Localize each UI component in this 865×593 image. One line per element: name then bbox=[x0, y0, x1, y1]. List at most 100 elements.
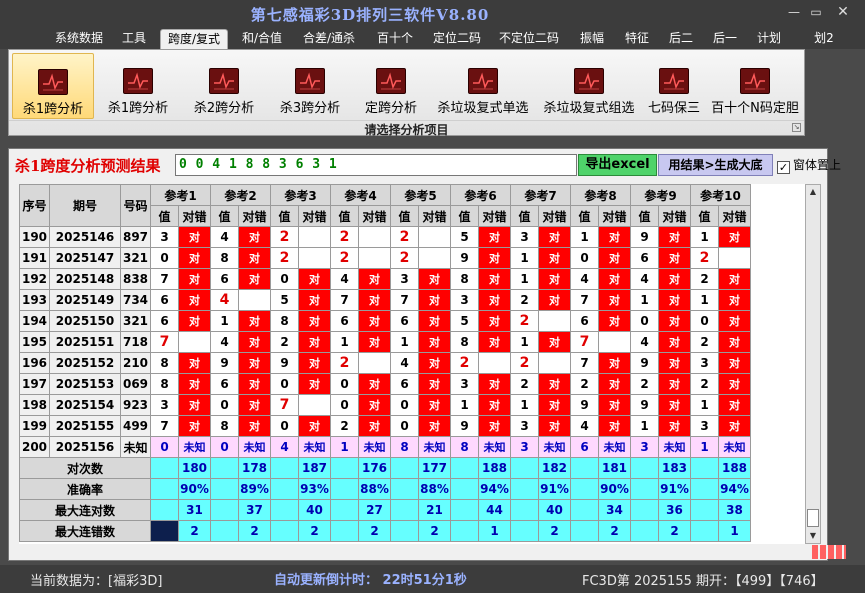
value-cell: 1 bbox=[690, 226, 719, 248]
header-period: 期号 bbox=[49, 184, 121, 227]
ribbon-fixed-span[interactable]: 定跨分析 bbox=[355, 53, 427, 119]
value-cell: 6 bbox=[210, 268, 239, 290]
generate-base-button[interactable]: 用结果>生成大底 bbox=[658, 154, 773, 176]
result-cell: 对 bbox=[298, 415, 331, 437]
result-cell: 对 bbox=[478, 289, 511, 311]
table-row[interactable]: 190 2025146 897 3 对 4 对 2 2 2 5 对 3 对 1 对 9 对 1 对 bbox=[19, 226, 751, 248]
row-index: 194 bbox=[19, 310, 50, 332]
menu-span-compound[interactable]: 跨度/复式 bbox=[160, 29, 228, 49]
stats-value: 21 bbox=[418, 499, 451, 521]
menu-hundred-ten-one[interactable]: 百十个 bbox=[370, 29, 420, 49]
vertical-scrollbar[interactable]: ▲ ▼ bbox=[805, 184, 821, 544]
value-cell: 0 bbox=[210, 436, 239, 458]
analysis-table: 序号 期号 号码 参考1 参考2 参考3 参考4 参考5 参考6 参考7 参考8 参考9 参考10 值对错… bbox=[19, 184, 751, 542]
scrollbar-thumb[interactable] bbox=[807, 509, 819, 527]
stats-pad bbox=[270, 520, 299, 542]
menu-sum[interactable]: 和/合值 bbox=[236, 29, 288, 49]
ribbon-kill1-span[interactable]: 杀1跨分析 bbox=[99, 53, 177, 119]
stats-pad bbox=[690, 457, 719, 479]
menu-diff-kill[interactable]: 合差/通杀 bbox=[296, 29, 362, 49]
menu-last-two[interactable]: 后二 bbox=[662, 29, 700, 49]
table-row[interactable]: 197 2025153 069 8 对 6 对 0 对 0 对 6 对 3 对 2 对 2 对 2 对 2 对 bbox=[19, 373, 751, 395]
export-excel-button[interactable]: 导出excel bbox=[578, 154, 657, 176]
value-cell: 6 bbox=[390, 310, 419, 332]
menu-system-data[interactable]: 系统数据 bbox=[50, 29, 108, 49]
table-row[interactable]: 191 2025147 321 0 对 8 对 2 2 2 9 对 1 对 0 对 6 对 2 bbox=[19, 247, 751, 269]
table-row[interactable]: 194 2025150 321 6 对 1 对 8 对 6 对 6 对 5 对 2 6 对 0 对 0 对 bbox=[19, 310, 751, 332]
result-cell: 未知 bbox=[178, 436, 211, 458]
result-cell: 未知 bbox=[238, 436, 271, 458]
result-cell: 对 bbox=[358, 394, 391, 416]
menu-tools[interactable]: 工具 bbox=[116, 29, 152, 49]
maximize-icon[interactable]: ▭ bbox=[805, 3, 827, 21]
result-cell: 对 bbox=[598, 247, 631, 269]
scroll-down-icon[interactable]: ▼ bbox=[806, 529, 820, 543]
ribbon-kill2-span[interactable]: 杀2跨分析 bbox=[185, 53, 263, 119]
value-cell: 3 bbox=[690, 415, 719, 437]
result-cell: 对 bbox=[658, 415, 691, 437]
menu-feature[interactable]: 特征 bbox=[618, 29, 656, 49]
ribbon-junk-single[interactable]: 杀垃圾复式单选 bbox=[431, 53, 535, 119]
prediction-result-field[interactable]: 0 0 4 1 8 8 3 6 3 1 bbox=[175, 154, 577, 176]
ribbon-ncode-dan[interactable]: 百十个N码定胆 bbox=[707, 53, 803, 119]
table-row[interactable]: 193 2025149 734 6 对 4 5 对 7 对 7 对 3 对 2 对 7 对 1 对 1 对 bbox=[19, 289, 751, 311]
value-cell: 2 bbox=[510, 289, 539, 311]
value-cell: 2 bbox=[450, 352, 479, 374]
stats-pad bbox=[570, 478, 599, 500]
menu-nonposition-two[interactable]: 不定位二码 bbox=[494, 29, 564, 49]
ribbon-kill3-span[interactable]: 杀3跨分析 bbox=[271, 53, 349, 119]
menu-last-one[interactable]: 后一 bbox=[706, 29, 744, 49]
menu-extra[interactable]: 划2 bbox=[810, 29, 838, 49]
ribbon-seven-code[interactable]: 七码保三 bbox=[643, 53, 705, 119]
value-cell: 4 bbox=[210, 289, 239, 311]
window-topmost-checkbox[interactable]: ✓ 窗体置上 bbox=[777, 156, 841, 174]
table-row[interactable]: 196 2025152 210 8 对 9 对 9 对 2 4 对 2 2 7 对 9 对 3 对 bbox=[19, 352, 751, 374]
chart-icon bbox=[740, 68, 770, 94]
value-cell: 3 bbox=[150, 394, 179, 416]
value-cell: 4 bbox=[570, 268, 599, 290]
stats-value: 1 bbox=[478, 520, 511, 542]
header-number: 号码 bbox=[120, 184, 151, 227]
ribbon-junk-group[interactable]: 杀垃圾复式组选 bbox=[537, 53, 641, 119]
value-cell: 9 bbox=[270, 352, 299, 374]
status-bar: 当前数据为：[福彩3D] 自动更新倒计时： 22时51分1秒 FC3D第 202… bbox=[0, 565, 865, 593]
minimize-button[interactable]: — bbox=[783, 3, 805, 21]
stats-pad bbox=[570, 520, 599, 542]
result-cell: 对 bbox=[718, 352, 751, 374]
ribbon-kill1-span-selected[interactable]: 杀1跨分析 bbox=[12, 53, 94, 119]
result-cell bbox=[718, 247, 751, 269]
close-button[interactable]: ✕ bbox=[832, 3, 854, 21]
row-period: 2025150 bbox=[49, 310, 121, 332]
result-cell bbox=[418, 226, 451, 248]
row-period: 2025156 bbox=[49, 436, 121, 458]
ribbon-expand-icon[interactable]: ↘ bbox=[792, 123, 801, 132]
result-cell: 对 bbox=[478, 268, 511, 290]
menu-position-two[interactable]: 定位二码 bbox=[428, 29, 486, 49]
panel-heading: 杀1跨度分析预测结果 bbox=[15, 157, 161, 175]
value-cell: 9 bbox=[450, 247, 479, 269]
menu-plan[interactable]: 计划 bbox=[750, 29, 788, 49]
stats-pad bbox=[570, 457, 599, 479]
value-cell: 2 bbox=[330, 415, 359, 437]
value-cell: 3 bbox=[150, 226, 179, 248]
table-row[interactable]: 198 2025154 923 3 对 0 对 7 0 对 0 对 1 对 1 对 9 对 9 对 1 对 bbox=[19, 394, 751, 416]
value-cell: 1 bbox=[330, 436, 359, 458]
stats-value: 176 bbox=[358, 457, 391, 479]
value-cell: 2 bbox=[630, 373, 659, 395]
result-cell: 对 bbox=[178, 268, 211, 290]
value-cell: 6 bbox=[150, 310, 179, 332]
table-row[interactable]: 199 2025155 499 7 对 8 对 0 对 2 对 0 对 9 对 3 对 4 对 1 对 3 对 bbox=[19, 415, 751, 437]
value-cell: 0 bbox=[210, 394, 239, 416]
menu-amplitude[interactable]: 振幅 bbox=[572, 29, 612, 49]
table-row[interactable]: 192 2025148 838 7 对 6 对 0 对 4 对 3 对 8 对 1 对 4 对 4 对 2 对 bbox=[19, 268, 751, 290]
value-cell: 2 bbox=[690, 331, 719, 353]
stats-value: 2 bbox=[598, 520, 631, 542]
check-icon[interactable]: ✓ bbox=[777, 161, 790, 174]
table-row[interactable]: 195 2025151 718 7 4 对 2 对 1 对 1 对 8 对 1 对 7 4 对 2 对 bbox=[19, 331, 751, 353]
value-cell: 8 bbox=[270, 310, 299, 332]
value-cell: 7 bbox=[150, 331, 179, 353]
result-cell: 对 bbox=[718, 226, 751, 248]
table-row[interactable]: 200 2025156 未知 0 未知 0 未知 4 未知 1 未知 8 未知 8 未知 3 未知 6 未知 3 未知 1… bbox=[19, 436, 751, 458]
scroll-up-icon[interactable]: ▲ bbox=[806, 185, 820, 199]
stats-pad bbox=[150, 499, 179, 521]
